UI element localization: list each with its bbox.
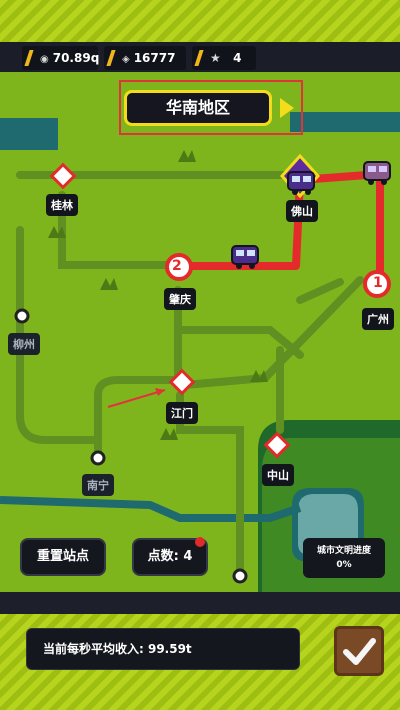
city-label-zhongshan: 中山 (262, 464, 294, 486)
gems-counter: ◈ 16777 (104, 46, 186, 70)
confirm-button[interactable] (334, 626, 384, 676)
annotation-arrow (107, 389, 166, 408)
annotation-arrowhead (155, 388, 165, 396)
city-label-guangzhou: 广州 (362, 308, 394, 330)
income-label: 当前每秒平均收入: 99.59t (43, 642, 192, 656)
grass-tufts (48, 150, 268, 440)
reset-stations-button[interactable]: 重置站点 (20, 538, 106, 576)
map-bottom-border (0, 592, 400, 614)
city-label-foshan: 佛山 (286, 200, 318, 222)
game-map[interactable]: 2 1 桂林 佛山 肇庆 广州 柳州 江门 南宁 中山 (0, 72, 400, 592)
stars-accent-stripe (194, 50, 204, 66)
civilization-progress: 城市文明进度 0% (303, 538, 385, 578)
gems-value: 16777 (133, 51, 176, 65)
currency-counter: ◉ 70.89q (22, 46, 100, 70)
river (0, 496, 302, 522)
income-panel: 当前每秒平均收入: 99.59t (26, 628, 300, 670)
station-1-number: 1 (373, 275, 383, 291)
currency-accent-stripe (24, 50, 34, 66)
city-marker-liuzhou[interactable] (14, 308, 30, 324)
city-label-guilin: 桂林 (46, 194, 78, 216)
stars-value: 4 (233, 51, 242, 65)
city-marker-guilin[interactable] (49, 162, 77, 190)
gems-accent-stripe (106, 50, 116, 66)
gem-icon: ◈ (122, 54, 130, 65)
city-label-zhaoqing: 肇庆 (164, 288, 196, 310)
city-label-jiangmen: 江门 (166, 402, 198, 424)
coin-icon: ◉ (40, 54, 49, 65)
notification-dot (195, 537, 205, 547)
city-marker-extra[interactable] (232, 568, 248, 584)
civilization-value: 0% (336, 560, 352, 570)
region-next-arrow-icon[interactable] (280, 98, 294, 118)
city-label-liuzhou: 柳州 (8, 333, 40, 355)
water-body-west (0, 118, 58, 150)
city-label-nanning: 南宁 (82, 474, 114, 496)
map-canvas (0, 112, 400, 592)
region-selector-button[interactable]: 华南地区 (124, 90, 272, 126)
civilization-label: 城市文明进度 (316, 546, 371, 556)
station-2-number: 2 (172, 258, 182, 274)
top-decor-stripe (0, 0, 400, 42)
checkmark-icon (343, 638, 376, 665)
star-icon: ★ (210, 51, 221, 65)
city-marker-nanning[interactable] (90, 450, 106, 466)
route-line (182, 170, 384, 282)
currency-value: 70.89q (52, 51, 100, 65)
stars-counter: ★ 4 (192, 46, 256, 70)
hud-bar: ◉ 70.89q ◈ 16777 ★ 4 (0, 42, 400, 72)
water-body-north (290, 112, 400, 132)
